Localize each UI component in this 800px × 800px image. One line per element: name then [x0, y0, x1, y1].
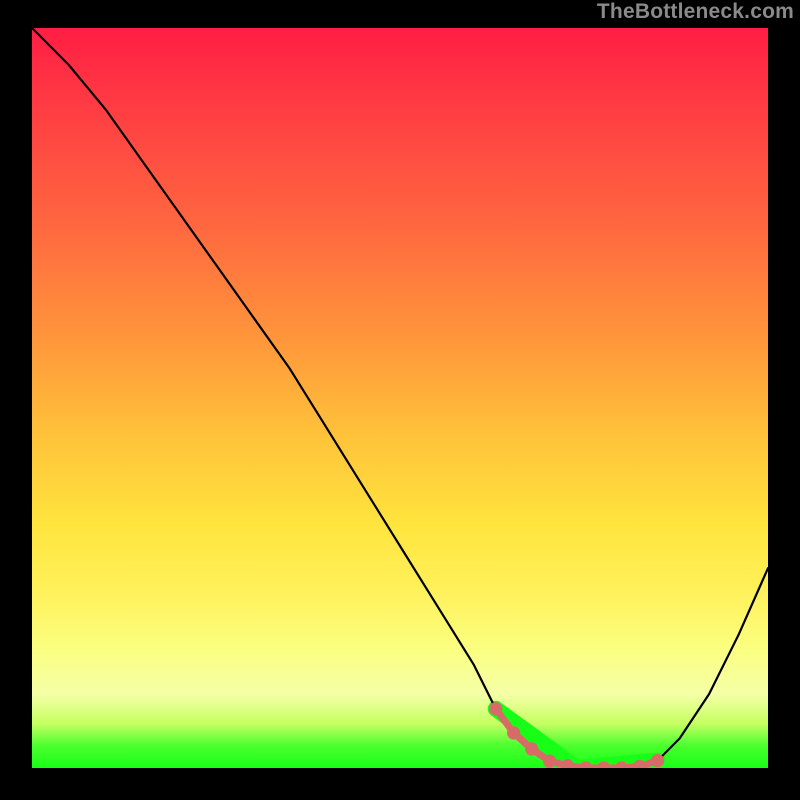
bead-dot — [651, 754, 664, 767]
bead-dot — [525, 742, 538, 755]
bead-dot — [507, 726, 520, 739]
watermark-text: TheBottleneck.com — [597, 0, 794, 24]
plot-area — [32, 28, 768, 768]
bead-dot — [543, 755, 556, 768]
curve-overlay — [32, 28, 768, 768]
bead-dot — [489, 702, 502, 715]
chart-frame: TheBottleneck.com — [0, 0, 800, 800]
bottleneck-curve — [32, 28, 768, 768]
